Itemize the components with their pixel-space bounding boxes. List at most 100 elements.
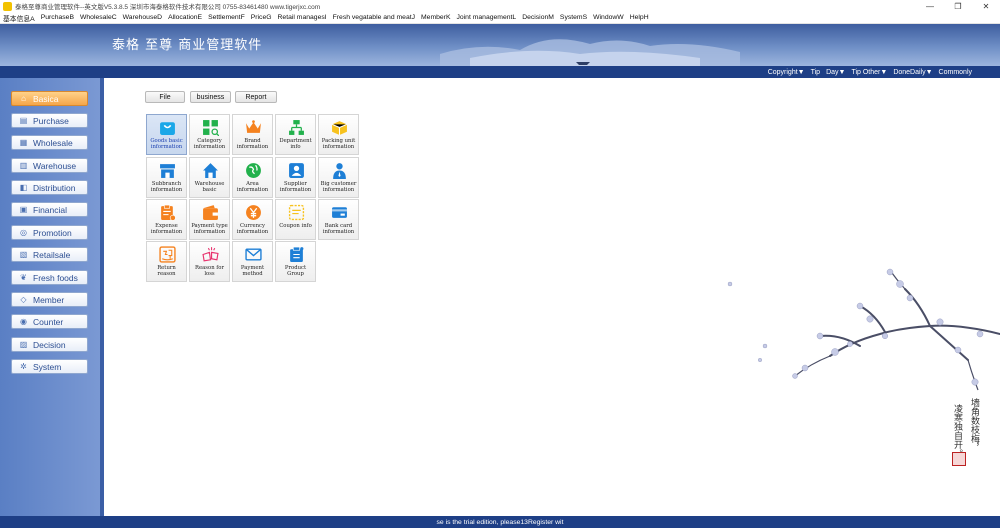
tag-icon: ◎ xyxy=(20,228,27,237)
tile-label: Reason for loss xyxy=(195,265,224,277)
tile-warehouse-basic[interactable]: Warehouse basic xyxy=(189,157,230,198)
chart-icon: ▨ xyxy=(19,340,28,349)
menu-basic-info[interactable]: 基本信息A xyxy=(3,13,35,23)
tile-subbranch[interactable]: Subbranch information xyxy=(146,157,187,198)
day-link[interactable]: Day▼ xyxy=(826,69,845,76)
mountain-landscape-image xyxy=(440,39,740,66)
box-icon: ▦ xyxy=(19,138,28,147)
tile-coupon[interactable]: Coupon info xyxy=(275,199,316,240)
header-banner: 泰格 至尊 商业管理软件 xyxy=(0,24,1000,66)
cart-icon: ▤ xyxy=(19,116,28,125)
menu-help[interactable]: HelpH xyxy=(630,14,649,21)
tile-payment-method[interactable]: Payment method xyxy=(232,241,273,282)
tab-report[interactable]: Report xyxy=(235,91,277,103)
menu-retail[interactable]: Retail managesI xyxy=(278,14,327,21)
tile-label: Supplier information xyxy=(279,181,312,193)
tile-label: Packing unit information xyxy=(321,138,356,150)
loss-icon xyxy=(202,247,219,262)
menu-settlement[interactable]: SettlementF xyxy=(208,14,245,21)
sidebar-item-financial[interactable]: ▣ Financial xyxy=(11,202,88,217)
tile-label: Payment method xyxy=(240,265,265,277)
menu-joint[interactable]: Joint managementL xyxy=(456,14,516,21)
sidebar-item-system[interactable]: ✲ System xyxy=(11,359,88,374)
warehouse-house-icon xyxy=(203,163,218,178)
maximize-icon[interactable]: ❐ xyxy=(944,0,972,12)
tile-category[interactable]: Category information xyxy=(189,114,230,155)
sidebar-item-counter[interactable]: ◉ Counter xyxy=(11,314,88,329)
tile-packing-unit[interactable]: Packing unit information xyxy=(318,114,359,155)
member-icon: ◇ xyxy=(20,295,27,304)
commonly-link[interactable]: Commonly xyxy=(939,69,972,76)
menu-allocation[interactable]: AllocationE xyxy=(168,14,202,21)
tile-label: Currency information xyxy=(236,223,269,235)
tile-currency[interactable]: Currency information xyxy=(232,199,273,240)
copyright-link[interactable]: Copyright▼ xyxy=(768,69,805,76)
close-icon[interactable]: ✕ xyxy=(972,0,1000,12)
shopping-bag-icon xyxy=(160,122,175,135)
tile-label: Bank card information xyxy=(322,223,355,235)
crown-icon xyxy=(246,120,261,133)
tile-label: Coupon info xyxy=(279,223,312,229)
supplier-contact-icon xyxy=(289,163,304,178)
menu-warehouse[interactable]: WarehouseD xyxy=(123,14,162,21)
sidebar-item-wholesale[interactable]: ▦ Wholesale xyxy=(11,135,88,150)
bank-card-icon xyxy=(332,207,347,218)
home-icon: ⌂ xyxy=(21,94,26,103)
sidebar-item-decision[interactable]: ▨ Decision xyxy=(11,337,88,352)
menu-purchase[interactable]: PurchaseB xyxy=(41,14,74,21)
menu-price[interactable]: PriceG xyxy=(251,14,272,21)
quick-link-bar: Copyright▼ Tip Day▼ Tip Other▼ DoneDaily… xyxy=(0,66,1000,78)
menu-decision[interactable]: DecisionM xyxy=(522,14,554,21)
tip-link[interactable]: Tip xyxy=(811,69,820,76)
expense-clipboard-icon xyxy=(161,204,176,221)
tip-other-link[interactable]: Tip Other▼ xyxy=(851,69,887,76)
sidebar-item-member[interactable]: ◇ Member xyxy=(11,292,88,307)
tile-goods-basic[interactable]: Goods basic information xyxy=(146,114,187,155)
tile-label: Category information xyxy=(193,138,226,150)
sidebar-item-distribution[interactable]: ◧ Distribution xyxy=(11,180,88,195)
sidebar-item-label: Purchase xyxy=(33,115,69,126)
tile-product-group[interactable]: Product Group xyxy=(275,241,316,282)
menu-system[interactable]: SystemS xyxy=(560,14,587,21)
return-icon xyxy=(159,246,176,263)
sidebar-item-label: Fresh foods xyxy=(33,272,78,283)
menu-window[interactable]: WindowW xyxy=(593,14,624,21)
sidebar-item-fresh-foods[interactable]: ❦ Fresh foods xyxy=(11,270,88,285)
tile-label: Department info xyxy=(279,138,312,150)
sidebar-item-purchase[interactable]: ▤ Purchase xyxy=(11,113,88,128)
tab-business[interactable]: business xyxy=(190,91,231,103)
customer-icon xyxy=(333,163,346,179)
menu-member[interactable]: MemberK xyxy=(421,14,450,21)
warehouse-icon: ▥ xyxy=(19,161,28,170)
tile-brand[interactable]: Brand information xyxy=(232,114,273,155)
globe-icon xyxy=(246,163,261,178)
gear-icon: ✲ xyxy=(20,362,27,371)
sidebar-item-warehouse[interactable]: ▥ Warehouse xyxy=(11,158,88,173)
package-icon xyxy=(331,121,348,135)
tile-big-customer[interactable]: Big customer information xyxy=(318,157,359,198)
sidebar-item-basica[interactable]: ⌂ Basica xyxy=(11,91,88,106)
window-title: 泰格至尊商业管理软件--英文版V5.3.8.5 深圳市海泰格软件技术有限公司 0… xyxy=(15,4,321,11)
sidebar-item-label: Distribution xyxy=(33,182,76,193)
tile-return-reason[interactable]: Return reason xyxy=(146,241,187,282)
tile-label: Subbranch information xyxy=(150,181,183,193)
tile-expense[interactable]: Expense information xyxy=(146,199,187,240)
tile-payment-type[interactable]: Payment type information xyxy=(189,199,230,240)
tile-label: Goods basic information xyxy=(150,138,183,150)
sidebar-item-retailsale[interactable]: ▧ Retailsale xyxy=(11,247,88,262)
tile-supplier[interactable]: Supplier information xyxy=(275,157,316,198)
minimize-icon[interactable]: — xyxy=(916,0,944,12)
done-daily-link[interactable]: DoneDaily▼ xyxy=(893,69,932,76)
tile-reason-for-loss[interactable]: Reason for loss xyxy=(189,241,230,282)
tile-area[interactable]: Area information xyxy=(232,157,273,198)
status-bar: se is the trial edition, please13Registe… xyxy=(0,516,1000,528)
product-group-icon xyxy=(290,246,304,262)
tile-bank-card[interactable]: Bank card information xyxy=(318,199,359,240)
sidebar-item-promotion[interactable]: ◎ Promotion xyxy=(11,225,88,240)
tile-department[interactable]: Department info xyxy=(275,114,316,155)
menu-fresh[interactable]: Fresh vegatable and meatJ xyxy=(333,14,415,21)
tab-file[interactable]: File xyxy=(145,91,185,103)
menu-wholesale[interactable]: WholesaleC xyxy=(80,14,117,21)
sidebar-item-label: System xyxy=(33,361,62,372)
tile-label: Warehouse basic xyxy=(194,181,225,193)
